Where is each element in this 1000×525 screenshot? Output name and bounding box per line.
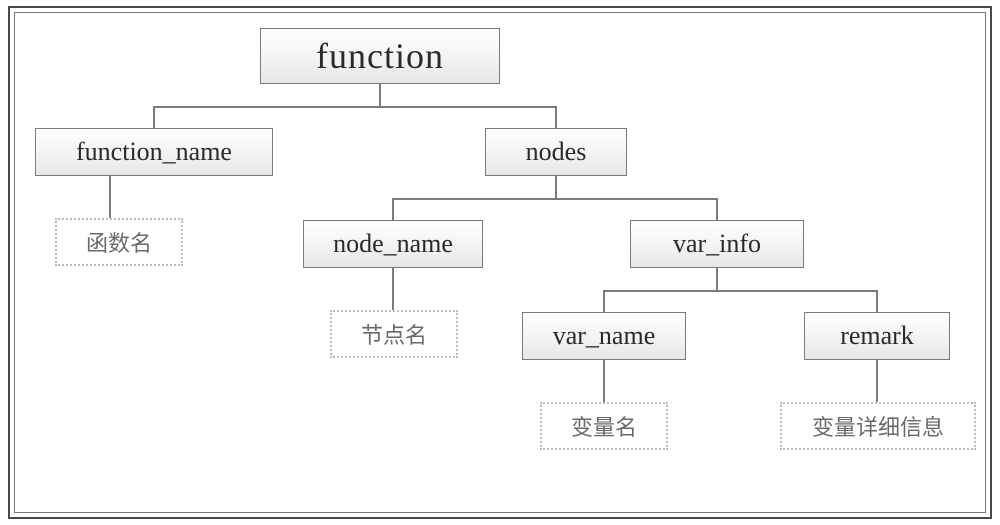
leaf-remark-value: 变量详细信息 [780,402,976,450]
node-var-name-label: var_name [553,321,656,351]
leaf-var-name-value: 变量名 [540,402,668,450]
conn-level2-bus [392,198,718,200]
node-nodes: nodes [485,128,627,176]
conn-to-node-name [392,198,394,220]
conn-to-var-name [603,290,605,312]
conn-to-remark [876,290,878,312]
conn-var-info-down [716,268,718,290]
conn-to-function-name [153,106,155,128]
conn-var-name-to-leaf [603,360,605,402]
conn-remark-to-leaf [876,360,878,402]
node-function: function [260,28,500,84]
leaf-node-name-text: 节点名 [361,318,427,350]
conn-node-name-to-leaf [392,268,394,310]
node-remark-label: remark [840,321,914,351]
node-function-label: function [316,35,444,77]
leaf-function-name-value: 函数名 [55,218,183,266]
conn-level1-bus [153,106,557,108]
conn-to-var-info [716,198,718,220]
diagram-canvas: function function_name nodes 函数名 node_na… [0,0,1000,525]
leaf-remark-text: 变量详细信息 [812,410,944,442]
leaf-node-name-value: 节点名 [330,310,458,358]
node-nodes-label: nodes [526,137,587,167]
conn-level3-bus [603,290,878,292]
node-function-name: function_name [35,128,273,176]
node-remark: remark [804,312,950,360]
conn-to-nodes [555,106,557,128]
node-function-name-label: function_name [76,137,232,167]
node-var-info: var_info [630,220,804,268]
conn-fn-to-leaf [109,176,111,218]
node-node-name: node_name [303,220,483,268]
node-var-name: var_name [522,312,686,360]
leaf-function-name-text: 函数名 [86,226,152,258]
node-var-info-label: var_info [673,229,761,259]
node-node-name-label: node_name [333,229,453,259]
leaf-var-name-text: 变量名 [571,410,637,442]
conn-root-down [379,84,381,106]
conn-nodes-down [555,176,557,198]
